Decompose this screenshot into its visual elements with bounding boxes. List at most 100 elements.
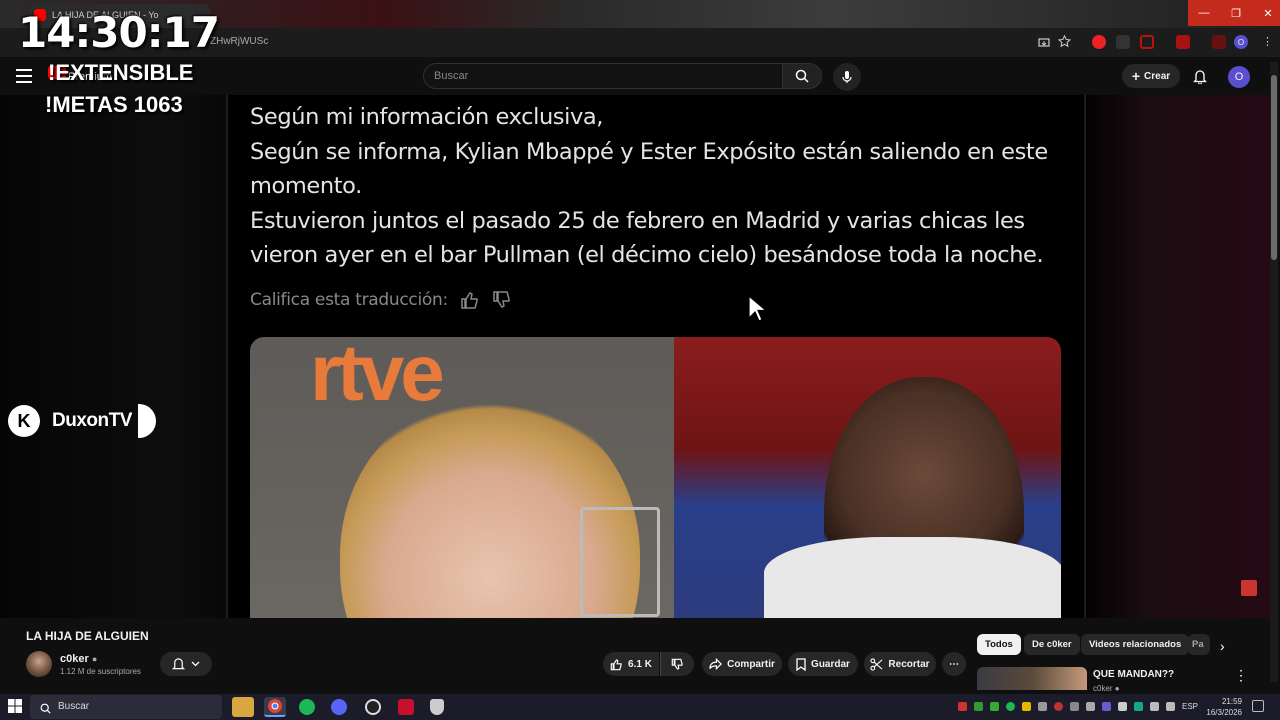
tray-icon[interactable] [1118, 702, 1127, 711]
close-button[interactable]: ✕ [1252, 0, 1280, 26]
search-button[interactable] [782, 63, 822, 89]
chrome-icon[interactable] [264, 697, 286, 717]
subscription-bell-button[interactable] [160, 652, 212, 676]
post-line: Según mi información exclusiva, [250, 104, 604, 130]
extension-red-icon[interactable] [1092, 35, 1106, 49]
browser-menu-icon[interactable]: ⋮ [1262, 35, 1273, 48]
more-actions-button[interactable]: ⋯ [942, 652, 966, 676]
thumbs-up-icon [461, 292, 478, 309]
bell-icon [1193, 69, 1207, 84]
extension-dark-icon[interactable] [1116, 35, 1130, 49]
channel-name[interactable]: c0ker ● [60, 653, 97, 665]
voice-search-button[interactable] [833, 63, 861, 91]
notification-center-icon[interactable] [1252, 700, 1264, 712]
rtve-logo: rtve [310, 337, 445, 417]
tray-icon[interactable] [1070, 702, 1079, 711]
discord-icon[interactable] [328, 697, 350, 717]
windows-start-icon[interactable] [8, 699, 24, 715]
dislike-button[interactable] [660, 652, 694, 676]
network-icon[interactable] [1150, 702, 1159, 711]
share-button[interactable]: Compartir [702, 652, 782, 676]
microphone-icon [842, 71, 852, 83]
profile-avatar[interactable]: O [1234, 35, 1248, 49]
background-frame [580, 507, 660, 617]
volume-icon[interactable] [1166, 702, 1175, 711]
taskbar-date: 16/3/2026 [1206, 708, 1242, 717]
verified-icon: ● [91, 654, 98, 664]
stream-command-metas: !METAS 1063 [45, 92, 183, 117]
overlay-corner-icon [1241, 580, 1257, 596]
search-input[interactable]: Buscar [423, 63, 783, 89]
maximize-button[interactable]: ❐ [1220, 0, 1252, 26]
tray-icon[interactable] [1038, 702, 1047, 711]
recommended-video-title[interactable]: QUE MANDAN?? [1093, 669, 1174, 680]
scissors-icon [870, 657, 883, 671]
save-label: Guardar [811, 658, 850, 670]
subscriber-count: 1.12 M de suscriptores [60, 667, 141, 676]
tray-icon[interactable] [1022, 702, 1031, 711]
create-label: Crear [1144, 70, 1171, 82]
recommended-menu-icon[interactable]: ⋮ [1234, 667, 1248, 684]
channel-avatar[interactable] [26, 651, 52, 677]
chevron-right-icon[interactable]: › [1220, 638, 1225, 654]
post-line: Según se informa, Kylian Mbappé y Ester … [250, 138, 1048, 200]
extension-square-icon[interactable] [1140, 35, 1154, 49]
tray-icon[interactable] [1086, 702, 1095, 711]
chevron-down-icon [191, 661, 200, 667]
chip-partial[interactable]: Pa [1188, 634, 1210, 655]
plus-icon: + [1131, 68, 1141, 84]
taskbar-search[interactable]: Buscar [30, 695, 222, 719]
notifications-button[interactable] [1190, 66, 1210, 86]
extension-menu-icon[interactable] [1212, 35, 1226, 49]
app-shield-icon[interactable] [426, 697, 448, 717]
photo-kylian-mbappe [674, 337, 1061, 618]
bell-icon [172, 658, 185, 670]
install-app-icon[interactable] [1038, 36, 1050, 54]
tray-icon[interactable] [1054, 702, 1063, 711]
spotify-icon[interactable] [296, 697, 318, 717]
mouse-cursor-icon [748, 294, 768, 328]
share-label: Compartir [727, 658, 775, 670]
chip-all[interactable]: Todos [977, 634, 1021, 655]
extension-puzzle-icon[interactable] [1176, 35, 1190, 49]
chip-related-videos[interactable]: Videos relacionados [1081, 634, 1190, 655]
taskbar-clock[interactable]: 21:59 16/3/2026 [1206, 696, 1242, 718]
like-button[interactable]: 6.1 K [603, 652, 659, 676]
chip-from-channel[interactable]: De c0ker [1024, 634, 1080, 655]
photo-ester-exposito: rtve [250, 337, 674, 618]
minimize-button[interactable]: — [1188, 0, 1220, 26]
search-icon [40, 701, 51, 719]
menu-icon[interactable] [16, 69, 32, 83]
taskbar-time: 21:59 [1221, 697, 1242, 706]
search-icon [795, 69, 809, 83]
tray-icon[interactable] [958, 702, 967, 711]
tray-icon[interactable] [1102, 702, 1111, 711]
recommended-video-channel: c0ker ● [1093, 684, 1120, 693]
clip-button[interactable]: Recortar [864, 652, 936, 676]
tray-icon[interactable] [974, 702, 983, 711]
stream-clock: 14:30:17 [18, 8, 220, 57]
thumbs-down-icon [671, 658, 683, 670]
bookmark-icon [796, 657, 806, 671]
thumbs-down-icon [493, 291, 510, 308]
create-button[interactable]: + Crear [1122, 64, 1180, 88]
tray-icon[interactable] [990, 702, 999, 711]
post-line: Estuvieron juntos el pasado 25 de febrer… [250, 207, 1044, 269]
tray-icon[interactable] [1006, 702, 1015, 711]
account-avatar[interactable]: O [1228, 66, 1250, 88]
recommended-video-thumbnail[interactable] [977, 667, 1087, 690]
white-shirt [764, 537, 1061, 618]
clip-label: Recortar [888, 658, 930, 670]
bookmark-star-icon[interactable] [1057, 34, 1072, 53]
app-red-icon[interactable] [395, 697, 417, 717]
obs-icon[interactable] [362, 697, 384, 717]
file-explorer-icon[interactable] [232, 697, 254, 717]
video-title: LA HIJA DE ALGUIEN [26, 629, 149, 643]
language-indicator[interactable]: ESP [1182, 702, 1198, 711]
rate-label: Califica esta traducción: [250, 290, 448, 310]
more-icon: ⋯ [949, 658, 959, 670]
tray-icon[interactable] [1134, 702, 1143, 711]
save-button[interactable]: Guardar [788, 652, 858, 676]
scrollbar-thumb[interactable] [1271, 75, 1277, 260]
verified-icon: ● [1114, 684, 1120, 693]
